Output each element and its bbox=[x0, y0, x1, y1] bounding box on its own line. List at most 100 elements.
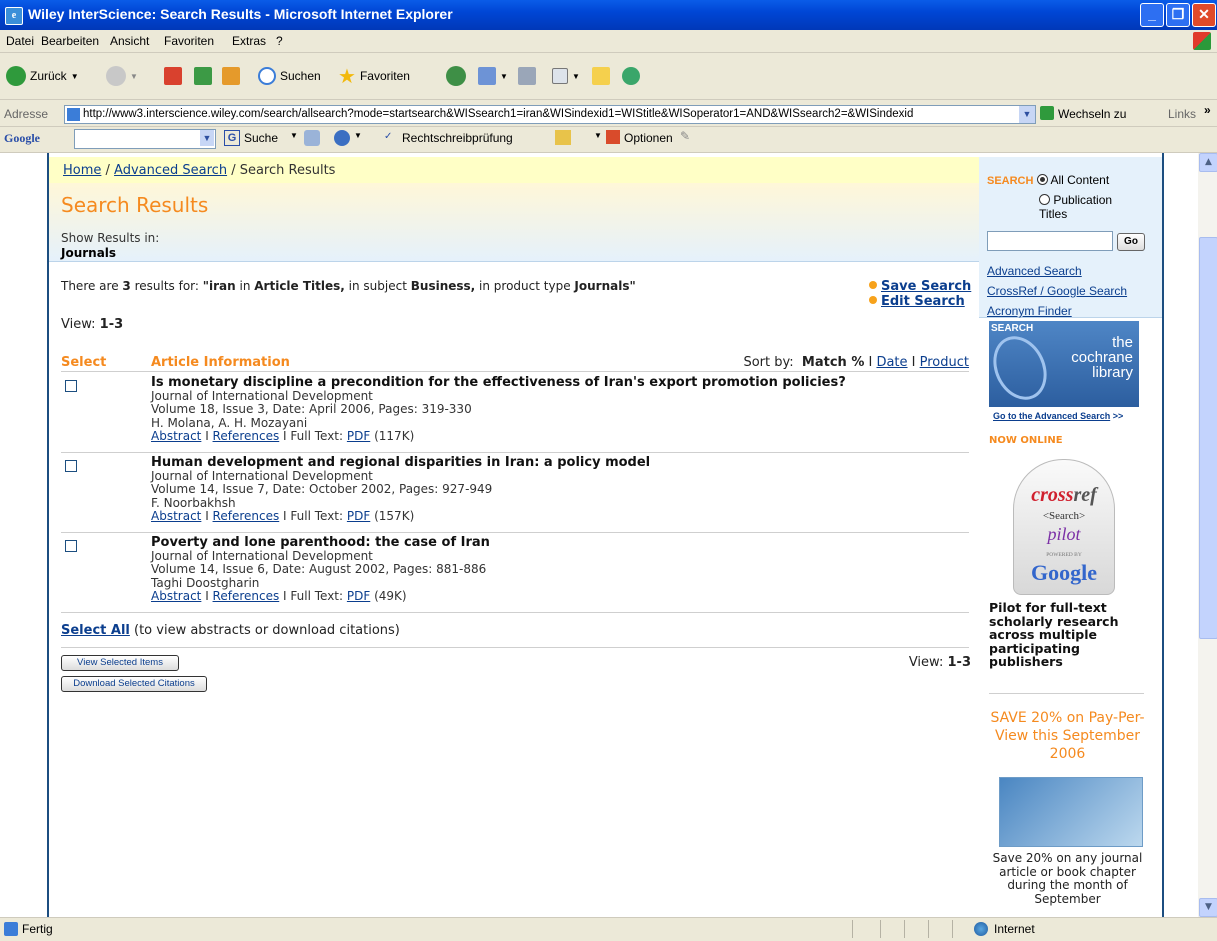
status-bar: Fertig Internet bbox=[0, 917, 1217, 941]
chevron-right-icon[interactable]: » bbox=[1204, 103, 1211, 117]
stop-button[interactable] bbox=[164, 64, 182, 88]
cochrane-library-banner[interactable]: SEARCH the cochrane library bbox=[983, 321, 1139, 409]
pencil-icon[interactable]: ✎ bbox=[680, 129, 690, 143]
google-logo[interactable]: Google bbox=[4, 131, 40, 146]
sort-date-link[interactable]: Date bbox=[876, 355, 907, 370]
go-button[interactable]: Wechseln zu bbox=[1058, 107, 1126, 121]
result-authors: H. Molana, A. H. Mozayani bbox=[151, 415, 308, 430]
select-all-link[interactable]: Select All bbox=[61, 623, 130, 638]
options-button[interactable]: Optionen bbox=[624, 131, 673, 145]
references-link[interactable]: References bbox=[213, 429, 280, 443]
links-button[interactable]: Links bbox=[1168, 107, 1196, 121]
sidebar-advanced-search-link[interactable]: Advanced Search bbox=[987, 261, 1127, 281]
breadcrumb-home[interactable]: Home bbox=[63, 163, 101, 178]
status-text: Fertig bbox=[22, 922, 53, 936]
breadcrumb-separator: / bbox=[227, 163, 240, 178]
favorites-button[interactable]: ★ Favoriten bbox=[338, 64, 410, 88]
all-content-radio[interactable] bbox=[1036, 174, 1048, 185]
sidebar-crossref-link[interactable]: CrossRef / Google Search bbox=[987, 281, 1127, 301]
summary-text: in product type bbox=[475, 279, 575, 293]
abstract-link[interactable]: Abstract bbox=[151, 509, 201, 523]
result-title[interactable]: Is monetary discipline a precondition fo… bbox=[151, 376, 969, 390]
messenger-button[interactable] bbox=[622, 64, 640, 88]
folder-button[interactable] bbox=[592, 64, 610, 88]
view-range: 1-3 bbox=[99, 317, 124, 332]
view-selected-button[interactable]: View Selected Items bbox=[61, 655, 179, 671]
sort-product-link[interactable]: Product bbox=[920, 355, 969, 370]
google-search-dropdown-icon[interactable]: ▼ bbox=[290, 131, 298, 140]
breadcrumb-advanced-search[interactable]: Advanced Search bbox=[114, 163, 227, 178]
sidebar-search-input[interactable] bbox=[987, 231, 1113, 251]
print-button[interactable] bbox=[518, 64, 536, 88]
home-button[interactable] bbox=[222, 64, 240, 88]
window-title-bar[interactable]: e Wiley InterScience: Search Results - M… bbox=[0, 0, 1217, 30]
sort-match[interactable]: Match % bbox=[802, 355, 864, 370]
shopping-cart-image[interactable] bbox=[999, 777, 1143, 847]
google-search-input[interactable] bbox=[74, 129, 216, 149]
menu-favoriten[interactable]: Favoriten bbox=[164, 34, 214, 48]
ie-logo-icon: e bbox=[5, 7, 23, 25]
edit-dropdown-icon: ▼ bbox=[572, 71, 580, 81]
back-arrow-icon bbox=[6, 66, 26, 86]
history-button[interactable] bbox=[446, 64, 466, 88]
menu-bearbeiten[interactable]: Bearbeiten bbox=[41, 34, 99, 48]
pagerank-icon[interactable] bbox=[304, 130, 320, 146]
cochrane-advanced-search-link[interactable]: Go to the Advanced Search bbox=[993, 411, 1110, 421]
result-checkbox[interactable] bbox=[65, 460, 77, 472]
vertical-scrollbar[interactable]: ▲ ▼ bbox=[1198, 153, 1217, 917]
autofill-dropdown-icon[interactable]: ▼ bbox=[594, 131, 602, 140]
sidebar-divider bbox=[989, 693, 1144, 694]
forward-button[interactable]: ▼ bbox=[106, 64, 138, 88]
result-title[interactable]: Poverty and lone parenthood: the case of… bbox=[151, 536, 969, 550]
search-button[interactable]: Suchen bbox=[258, 64, 321, 88]
pdf-link[interactable]: PDF bbox=[347, 509, 370, 523]
publication-titles-radio[interactable] bbox=[1039, 194, 1050, 205]
result-checkbox[interactable] bbox=[65, 380, 77, 392]
google-search-button[interactable]: Suche bbox=[244, 131, 278, 145]
scroll-thumb[interactable] bbox=[1199, 237, 1217, 639]
save-20-promo[interactable]: SAVE 20% on Pay-Per-View this September … bbox=[985, 709, 1150, 763]
sidebar-acronym-link[interactable]: Acronym Finder bbox=[987, 301, 1127, 321]
address-dropdown-icon[interactable]: ▼ bbox=[1019, 106, 1035, 123]
go-arrow-icon[interactable] bbox=[1040, 106, 1054, 120]
maximize-button[interactable]: ❐ bbox=[1166, 3, 1190, 27]
references-link[interactable]: References bbox=[213, 509, 280, 523]
info-dropdown-icon[interactable]: ▼ bbox=[354, 131, 362, 140]
result-checkbox[interactable] bbox=[65, 540, 77, 552]
breadcrumb-current: Search Results bbox=[239, 163, 336, 178]
result-details: Volume 14, Issue 6, Date: August 2002, P… bbox=[151, 562, 487, 576]
spellcheck-button[interactable]: Rechtschreibprüfung bbox=[402, 131, 513, 145]
view-label: View: bbox=[61, 317, 96, 332]
references-link[interactable]: References bbox=[213, 589, 280, 603]
pdf-link[interactable]: PDF bbox=[347, 589, 370, 603]
close-button[interactable]: ✕ bbox=[1192, 3, 1216, 27]
menu-datei[interactable]: Datei bbox=[6, 34, 34, 48]
abstract-link[interactable]: Abstract bbox=[151, 589, 201, 603]
google-logo: Google bbox=[1031, 560, 1097, 585]
crossref-search-badge[interactable]: crossref <Search> pilot POWERED BY Googl… bbox=[1013, 459, 1115, 595]
download-citations-button[interactable]: Download Selected Citations bbox=[61, 676, 207, 692]
menu-ansicht[interactable]: Ansicht bbox=[110, 34, 149, 48]
summary-text: in bbox=[235, 279, 255, 293]
edit-search-link[interactable]: Edit Search bbox=[881, 294, 965, 309]
autofill-icon[interactable] bbox=[555, 130, 571, 145]
result-item: Is monetary discipline a precondition fo… bbox=[61, 376, 969, 453]
save-search-link[interactable]: Save Search bbox=[881, 279, 971, 294]
scroll-down-icon[interactable]: ▼ bbox=[1199, 898, 1217, 917]
sidebar-go-button[interactable]: Go bbox=[1117, 233, 1145, 251]
minimize-button[interactable]: _ bbox=[1140, 3, 1164, 27]
abstract-link[interactable]: Abstract bbox=[151, 429, 201, 443]
menu-help[interactable]: ? bbox=[276, 34, 283, 48]
refresh-button[interactable] bbox=[194, 64, 212, 88]
info-icon[interactable] bbox=[334, 130, 350, 146]
result-title[interactable]: Human development and regional dispariti… bbox=[151, 456, 969, 470]
scroll-up-icon[interactable]: ▲ bbox=[1199, 153, 1217, 172]
back-button[interactable]: Zurück ▼ bbox=[6, 64, 79, 88]
edit-button[interactable]: ▼ bbox=[552, 64, 580, 88]
mail-button[interactable]: ▼ bbox=[478, 64, 508, 88]
menu-extras[interactable]: Extras bbox=[232, 34, 266, 48]
bullet-icon bbox=[869, 281, 877, 289]
pdf-link[interactable]: PDF bbox=[347, 429, 370, 443]
google-dropdown-icon[interactable]: ▼ bbox=[200, 130, 214, 146]
address-input[interactable]: http://www3.interscience.wiley.com/searc… bbox=[64, 105, 1036, 124]
